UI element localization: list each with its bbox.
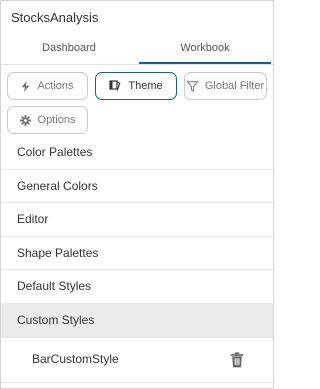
- theme-button[interactable]: Theme: [95, 72, 177, 100]
- theme-icon: [109, 80, 121, 91]
- list-item-general-colors[interactable]: General Colors: [1, 170, 273, 203]
- active-tab-indicator: [139, 62, 271, 64]
- lightning-icon: [21, 80, 30, 92]
- custom-style-label: BarCustomStyle: [32, 352, 119, 366]
- custom-style-item[interactable]: BarCustomStyle: [1, 337, 273, 383]
- gear-icon: [19, 114, 31, 126]
- filter-icon: [186, 80, 198, 92]
- tab-dashboard[interactable]: Dashboard: [1, 35, 137, 64]
- theme-category-list: Color Palettes General Colors Editor Sha…: [1, 136, 273, 337]
- options-label: Options: [37, 114, 76, 126]
- list-item-editor[interactable]: Editor: [1, 203, 273, 237]
- workbook-title: StocksAnalysis: [11, 10, 99, 25]
- global-filter-label: Global Filter: [204, 80, 265, 92]
- list-item-color-palettes[interactable]: Color Palettes: [1, 136, 273, 170]
- trash-icon[interactable]: [230, 352, 244, 368]
- theme-label: Theme: [128, 80, 163, 92]
- list-item-custom-styles[interactable]: Custom Styles: [1, 303, 273, 337]
- workbook-panel: StocksAnalysis Dashboard Workbook Action…: [0, 0, 274, 389]
- actions-button[interactable]: Actions: [7, 72, 88, 100]
- list-item-shape-palettes[interactable]: Shape Palettes: [1, 237, 273, 270]
- options-button[interactable]: Options: [7, 106, 88, 134]
- tab-bar: Dashboard Workbook: [1, 35, 273, 65]
- actions-label: Actions: [37, 80, 74, 92]
- tab-workbook[interactable]: Workbook: [137, 35, 273, 64]
- global-filter-button[interactable]: Global Filter: [184, 72, 267, 100]
- list-item-default-styles[interactable]: Default Styles: [1, 270, 273, 304]
